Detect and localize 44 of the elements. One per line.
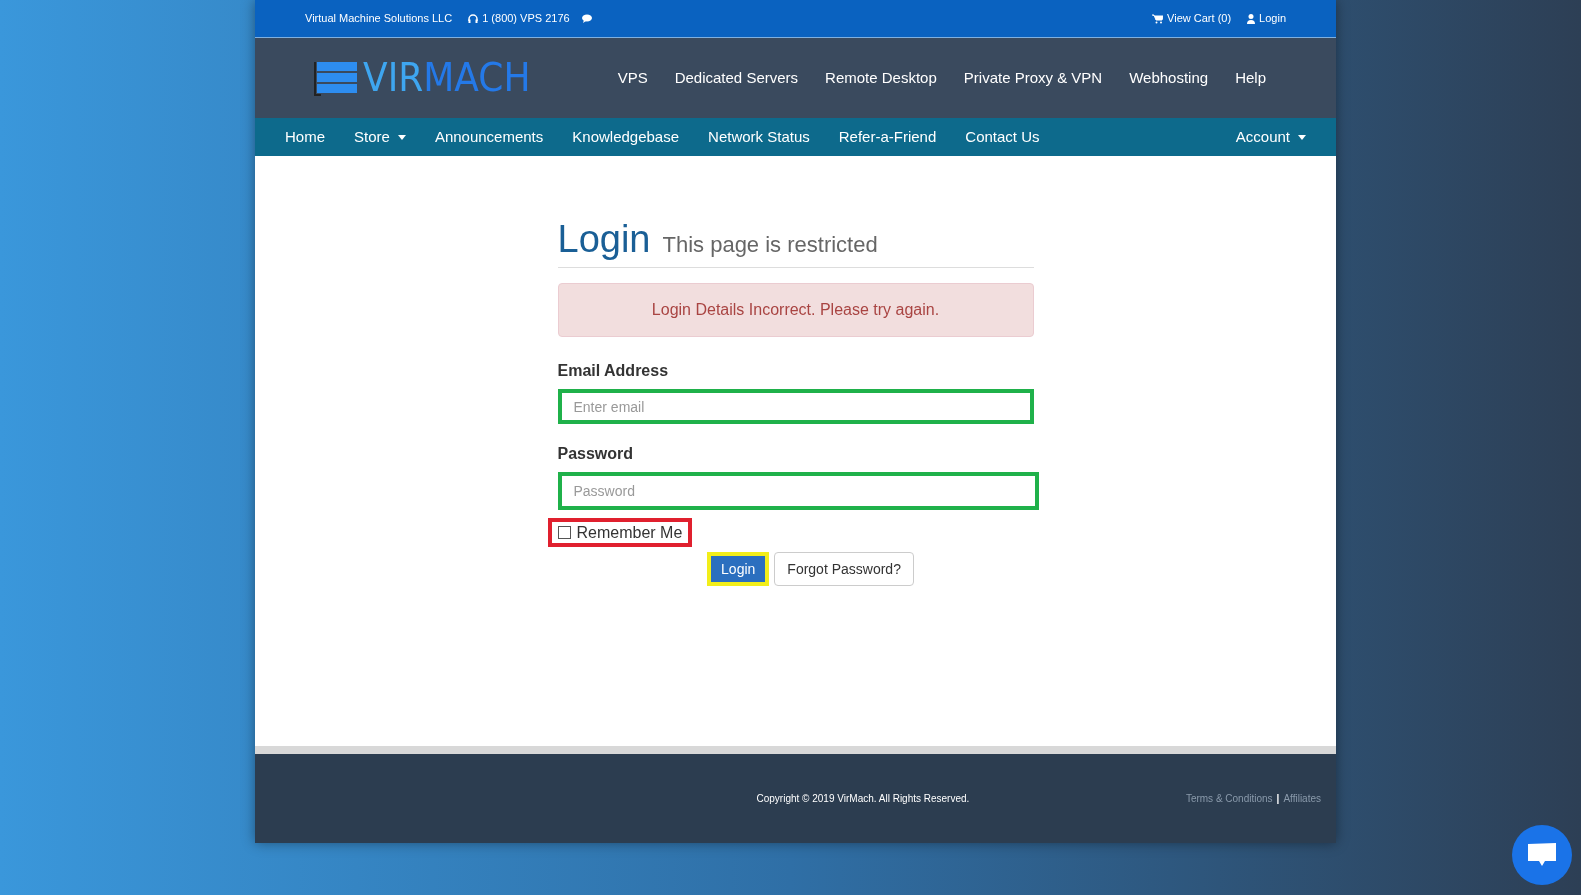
logo-text: VIRMACH — [363, 58, 531, 98]
account-menu[interactable]: Account — [1235, 125, 1306, 149]
caret-icon — [397, 134, 406, 140]
nav-link[interactable]: Network Status — [708, 125, 810, 149]
copyright-text: Copyright © 2019 VirMach. All Rights Reserved. — [756, 792, 970, 806]
chat-button[interactable] — [1512, 825, 1572, 885]
nav-link[interactable]: Refer-a-Friend — [838, 125, 937, 149]
footer-link[interactable]: Terms & Conditions — [1185, 791, 1273, 806]
email-field[interactable]: Enter email — [557, 389, 1034, 424]
user-icon — [1247, 13, 1256, 24]
nav-link[interactable]: Store — [354, 125, 406, 149]
headset-icon — [468, 13, 479, 24]
page-subtitle: This page is restricted — [662, 231, 878, 259]
nav-link[interactable]: Knowledgebase — [572, 125, 680, 149]
forgot-password-button[interactable]: Forgot Password? — [774, 552, 914, 586]
link-separator: | — [1276, 792, 1280, 806]
error-alert: Login Details Incorrect. Please try again. — [557, 283, 1034, 337]
email-label: Email Address — [557, 361, 670, 381]
password-label: Password — [557, 444, 635, 464]
footer-link[interactable]: Affiliates — [1283, 791, 1321, 806]
server-rack-icon — [313, 60, 359, 96]
nav-link[interactable]: Announcements — [434, 125, 544, 149]
login-link[interactable]: Login — [1259, 10, 1286, 27]
view-cart-link[interactable]: View Cart (0) — [1167, 10, 1232, 27]
login-button[interactable]: Login — [711, 556, 766, 582]
speech-bubble-icon — [1528, 842, 1556, 868]
cart-icon — [1152, 13, 1164, 24]
password-field[interactable]: Password — [557, 472, 1039, 510]
company-name: Virtual Machine Solutions LLC — [305, 11, 453, 27]
main-nav-link[interactable]: Webhosting — [1129, 66, 1209, 90]
phone-number: 1 (800) VPS 2176 — [482, 11, 570, 27]
page-title: Login — [557, 220, 651, 258]
caret-icon — [1298, 134, 1306, 140]
main-nav-link[interactable]: Remote Desktop — [825, 66, 937, 90]
nav-link[interactable]: Home — [285, 125, 325, 149]
main-nav-link[interactable]: Help — [1235, 66, 1266, 90]
checkbox[interactable] — [557, 526, 571, 539]
main-nav-link[interactable]: Dedicated Servers — [674, 66, 799, 90]
remember-me-checkbox[interactable]: Remember Me — [547, 518, 693, 547]
remember-me-label: Remember Me — [576, 522, 683, 543]
main-nav-link[interactable]: Private Proxy & VPN — [963, 66, 1103, 90]
chat-icon[interactable] — [581, 14, 594, 23]
nav-link[interactable]: Contact Us — [965, 125, 1040, 149]
main-nav-link[interactable]: VPS — [617, 66, 648, 90]
